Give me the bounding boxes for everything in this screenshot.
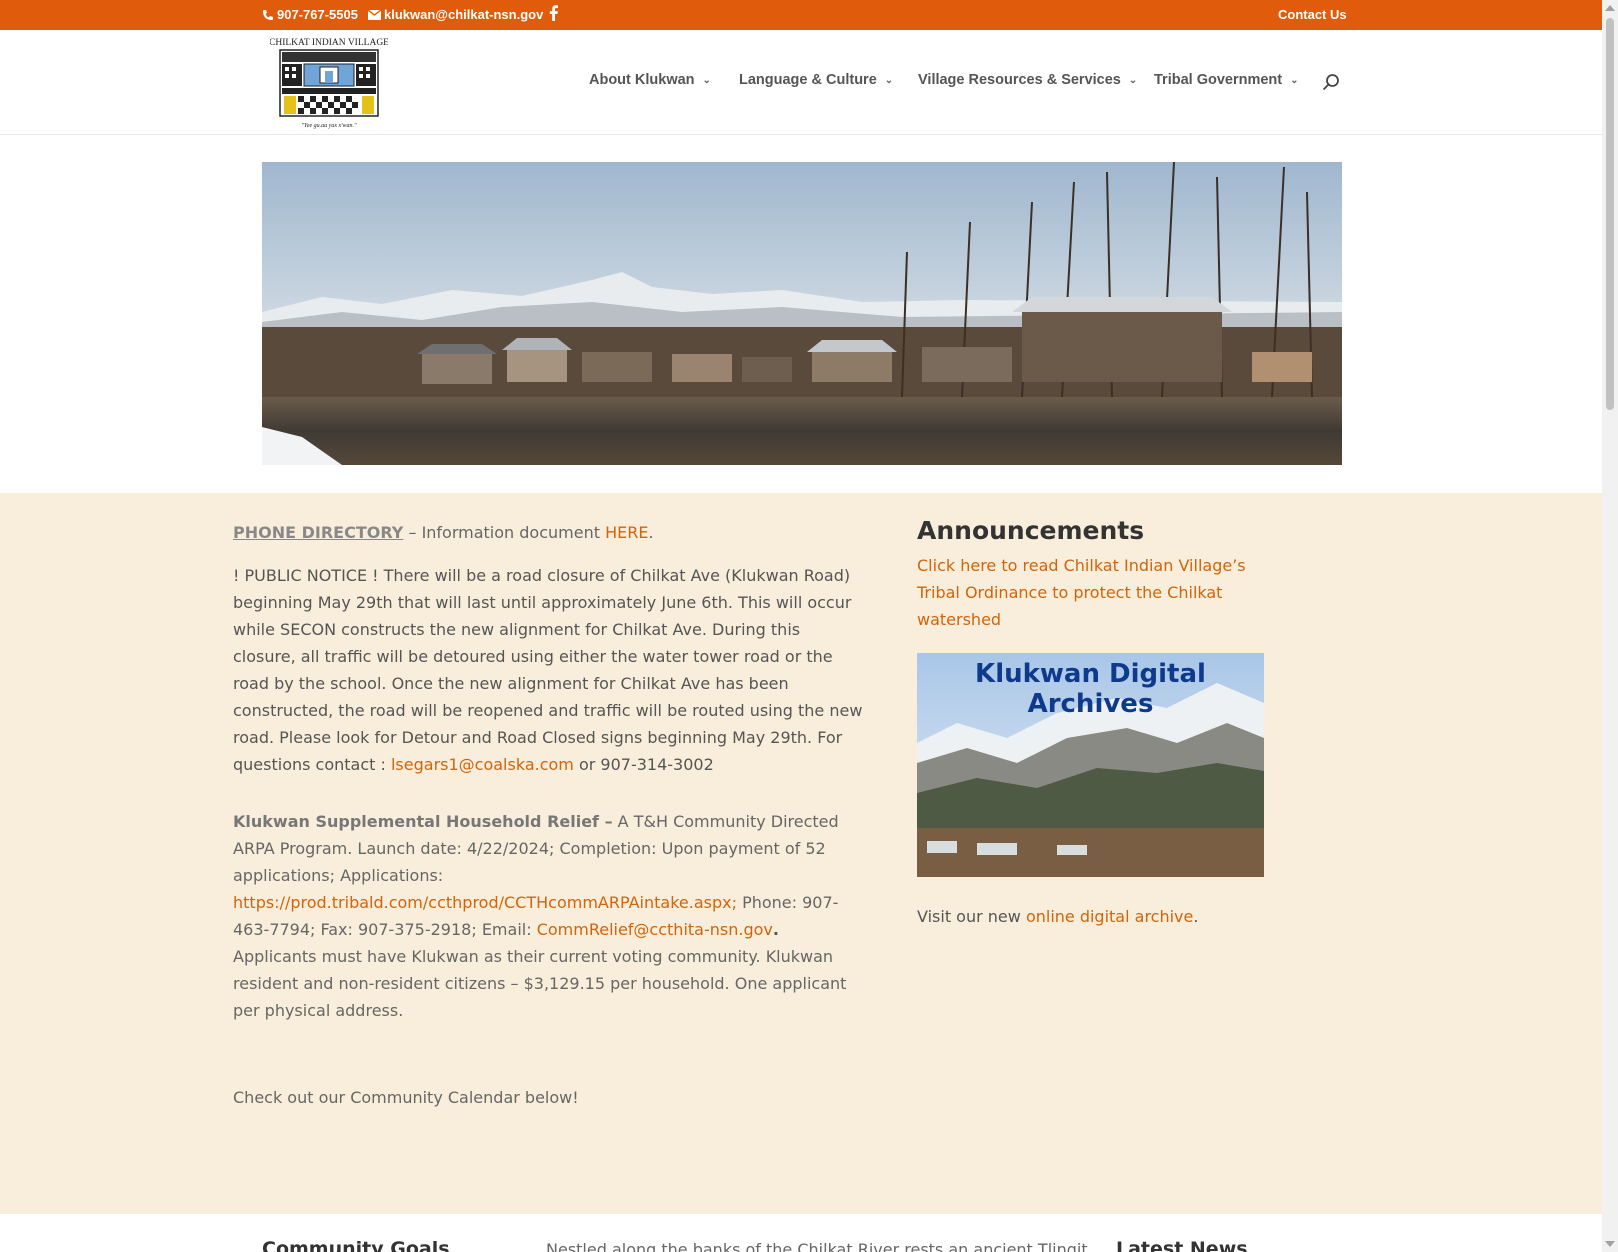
notice-email-link[interactable]: lsegars1@coalska.com — [391, 755, 574, 774]
email-link[interactable]: klukwan@chilkat-nsn.gov — [368, 7, 543, 22]
top-bar: 907-767-5505 klukwan@chilkat-nsn.gov Con… — [0, 0, 1602, 30]
nav-village-resources-label: Village Resources & Services — [918, 72, 1121, 88]
email-address: klukwan@chilkat-nsn.gov — [384, 7, 544, 22]
logo-motto: "Yee gu.aa yax x'wan." — [302, 123, 357, 129]
nav-tribal-government[interactable]: Tribal Government ⌄ — [1154, 72, 1299, 88]
relief-url-link[interactable]: https://prod.tribald.com/ccthprod/CCTHco… — [233, 893, 737, 912]
site-logo[interactable]: CHILKAT INDIAN VILLAGE "Yee gu.aa yax x'… — [269, 36, 389, 130]
relief-tail: Applicants must have Klukwan as their cu… — [233, 947, 847, 1020]
logo-title: CHILKAT INDIAN VILLAGE — [270, 38, 388, 48]
visit-archive-line: Visit our new online digital archive. — [917, 907, 1198, 926]
household-relief: Klukwan Supplemental Household Relief – … — [233, 808, 863, 1024]
nav-about-klukwan[interactable]: About Klukwan ⌄ — [589, 72, 711, 88]
nav-about-klukwan-label: About Klukwan — [589, 72, 695, 88]
online-digital-archive-link[interactable]: online digital archive — [1026, 907, 1193, 926]
nav-language-culture-label: Language & Culture — [739, 72, 877, 88]
visit-end: . — [1193, 907, 1199, 926]
phone-directory-link[interactable]: PHONE DIRECTORY — [233, 523, 403, 542]
phone-number: 907-767-5505 — [277, 7, 358, 22]
facebook-link[interactable] — [549, 5, 558, 21]
phone-directory-line: PHONE DIRECTORY – Information document H… — [233, 519, 863, 546]
phone-directory-text: – Information document — [403, 523, 606, 542]
logo-graphic: CHILKAT INDIAN VILLAGE "Yee gu.aa yax x'… — [269, 38, 389, 129]
period: . — [648, 523, 654, 542]
digital-archives-banner[interactable]: Klukwan Digital Archives — [917, 653, 1264, 877]
relief-email-link[interactable]: CommRelief@ccthita-nsn.gov — [537, 920, 773, 939]
relief-period: . — [772, 920, 779, 939]
nav-tribal-government-label: Tribal Government — [1154, 72, 1283, 88]
calendar-note: Check out our Community Calendar below! — [233, 1088, 579, 1107]
tribal-ordinance-link[interactable]: Click here to read Chilkat Indian Villag… — [917, 552, 1277, 633]
announcements-sidebar: Announcements Click here to read Chilkat… — [917, 514, 1277, 633]
chevron-down-icon: ⌄ — [702, 74, 711, 86]
contact-us-label: Contact Us — [1278, 7, 1347, 22]
nav-village-resources[interactable]: Village Resources & Services ⌄ — [918, 72, 1137, 88]
public-notice-text: ! PUBLIC NOTICE ! There will be a road c… — [233, 566, 863, 774]
mail-icon — [368, 9, 381, 20]
chevron-down-icon: ⌄ — [1290, 74, 1299, 86]
chevron-down-icon: ⌄ — [1128, 74, 1138, 86]
main-column: PHONE DIRECTORY – Information document H… — [233, 519, 863, 1111]
community-goals-heading: Community Goals — [262, 1238, 450, 1252]
nestled-text: Nestled along the banks of the Chilkat R… — [546, 1240, 1088, 1252]
visit-text: Visit our new — [917, 907, 1026, 926]
nav-language-culture[interactable]: Language & Culture ⌄ — [739, 72, 893, 88]
site-header: CHILKAT INDIAN VILLAGE "Yee gu.aa yax x'… — [0, 30, 1602, 135]
archive-title: Klukwan Digital Archives — [975, 659, 1206, 719]
search-icon — [1322, 74, 1339, 91]
here-link[interactable]: HERE — [605, 523, 648, 542]
contact-us-link[interactable]: Contact Us — [1278, 7, 1347, 22]
relief-title: Klukwan Supplemental Household Relief – — [233, 812, 613, 831]
scroll-up-icon[interactable] — [1605, 5, 1615, 11]
latest-news-heading: Latest News — [1116, 1238, 1248, 1252]
notice-tail: or 907-314-3002 — [573, 755, 714, 774]
bottom-section: Community Goals Nestled along the banks … — [0, 1214, 1602, 1252]
public-notice: ! PUBLIC NOTICE ! There will be a road c… — [233, 562, 863, 778]
phone-link[interactable]: 907-767-5505 — [262, 7, 358, 22]
hero-village-photo — [262, 162, 1342, 465]
chevron-down-icon: ⌄ — [884, 74, 894, 86]
announcements-title: Announcements — [917, 516, 1145, 545]
facebook-icon — [549, 5, 558, 21]
page-scrollbar[interactable] — [1602, 0, 1618, 1252]
scrollbar-thumb[interactable] — [1606, 18, 1614, 410]
phone-icon — [263, 9, 273, 20]
scroll-down-icon[interactable] — [1605, 1241, 1615, 1247]
search-button[interactable] — [1322, 73, 1340, 95]
